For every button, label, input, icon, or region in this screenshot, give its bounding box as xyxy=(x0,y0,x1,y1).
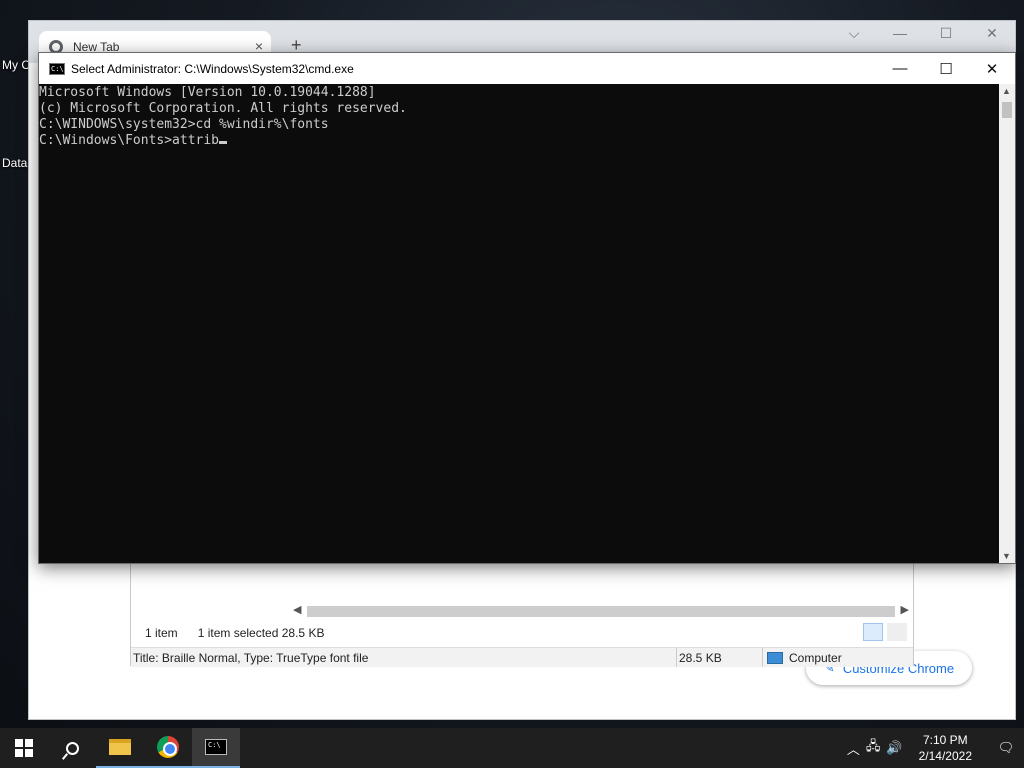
location-cell: Computer xyxy=(763,651,842,665)
text-cursor xyxy=(219,141,228,144)
clock-date: 2/14/2022 xyxy=(918,749,972,763)
details-bar: Title: Braille Normal, Type: TrueType fo… xyxy=(131,647,913,667)
desktop-icon-label: My C xyxy=(2,58,30,72)
scroll-right-icon[interactable]: ▶ xyxy=(901,603,909,616)
windows-logo-icon xyxy=(15,739,33,757)
cmd-titlebar[interactable]: C:\ Select Administrator: C:\Windows\Sys… xyxy=(39,53,1015,84)
folder-icon xyxy=(109,739,131,755)
console-line: (c) Microsoft Corporation. All rights re… xyxy=(39,101,407,116)
scroll-left-icon[interactable]: ◀ xyxy=(293,603,301,616)
console-line: C:\WINDOWS\system32>cd %windir%\fonts xyxy=(39,117,329,132)
location-label: Computer xyxy=(789,650,842,665)
scrollbar-thumb[interactable] xyxy=(1002,102,1012,118)
cmd-icon: C:\ xyxy=(49,62,65,75)
scroll-down-icon[interactable]: ▼ xyxy=(1002,551,1011,561)
cmd-title: Select Administrator: C:\Windows\System3… xyxy=(71,61,354,76)
scrollbar-thumb[interactable] xyxy=(307,606,895,617)
taskbar-chrome[interactable] xyxy=(144,728,192,768)
console-prompt-line: C:\Windows\Fonts>attrib xyxy=(39,133,999,149)
console-output[interactable]: Microsoft Windows [Version 10.0.19044.12… xyxy=(39,84,999,563)
desktop-icon-label: Data xyxy=(2,156,28,170)
maximize-icon[interactable]: ☐ xyxy=(923,25,969,42)
details-view-icon[interactable] xyxy=(863,623,883,641)
close-button[interactable]: ✕ xyxy=(969,53,1015,84)
view-toggle xyxy=(863,623,907,641)
desktop-icon-data[interactable]: Data xyxy=(2,156,27,170)
horizontal-scrollbar[interactable]: ◀ ▶ xyxy=(291,603,911,619)
file-explorer-window: ◀ ▶ 1 item 1 item selected 28.5 KB Title… xyxy=(130,560,914,667)
scroll-up-icon[interactable]: ▲ xyxy=(1002,86,1011,96)
system-tray: ︿ 🖧 🔊 7:10 PM 2/14/2022 🗨 xyxy=(847,728,1024,768)
selected-size: 28.5 KB xyxy=(281,626,325,640)
chrome-window-controls: ⌵ — ☐ ✕ xyxy=(831,25,1015,42)
network-icon[interactable]: 🖧 xyxy=(866,737,881,759)
start-button[interactable] xyxy=(0,728,48,768)
clock-time: 7:10 PM xyxy=(922,733,968,747)
minimize-button[interactable]: — xyxy=(877,53,923,84)
item-count: 1 item xyxy=(145,626,178,640)
tab-search-icon[interactable]: ⌵ xyxy=(831,25,877,42)
console-line: C:\Windows\Fonts>attrib xyxy=(39,133,220,148)
desktop-icon-my-computer[interactable]: My C xyxy=(2,58,30,72)
notification-icon[interactable]: 🗨 xyxy=(988,728,1024,768)
vertical-scrollbar[interactable]: ▲ ▼ xyxy=(999,84,1015,563)
file-details: Title: Braille Normal, Type: TrueType fo… xyxy=(131,648,677,667)
search-icon xyxy=(65,741,79,755)
taskbar-file-explorer[interactable] xyxy=(96,728,144,768)
computer-icon xyxy=(767,651,783,664)
volume-icon[interactable]: 🔊 xyxy=(886,740,902,756)
minimize-icon[interactable]: — xyxy=(877,25,923,42)
maximize-button[interactable]: ☐ xyxy=(923,53,969,84)
cmd-window: C:\ Select Administrator: C:\Windows\Sys… xyxy=(38,52,1016,564)
taskbar-cmd[interactable]: C:\ xyxy=(192,728,240,768)
clock[interactable]: 7:10 PM 2/14/2022 xyxy=(909,732,982,764)
taskbar: C:\ ︿ 🖧 🔊 7:10 PM 2/14/2022 🗨 xyxy=(0,728,1024,768)
chrome-icon xyxy=(157,736,179,758)
search-button[interactable] xyxy=(48,728,96,768)
terminal-icon: C:\ xyxy=(205,739,227,755)
selection-info: 1 item selected 28.5 KB xyxy=(198,626,325,640)
chevron-up-icon[interactable]: ︿ xyxy=(847,739,860,758)
file-size: 28.5 KB xyxy=(677,648,763,667)
large-icons-view-icon[interactable] xyxy=(887,623,907,641)
console-line: Microsoft Windows [Version 10.0.19044.12… xyxy=(39,85,376,100)
status-bar: 1 item 1 item selected 28.5 KB xyxy=(131,621,913,645)
close-icon[interactable]: ✕ xyxy=(969,25,1015,42)
selected-count: 1 item selected xyxy=(197,626,279,640)
